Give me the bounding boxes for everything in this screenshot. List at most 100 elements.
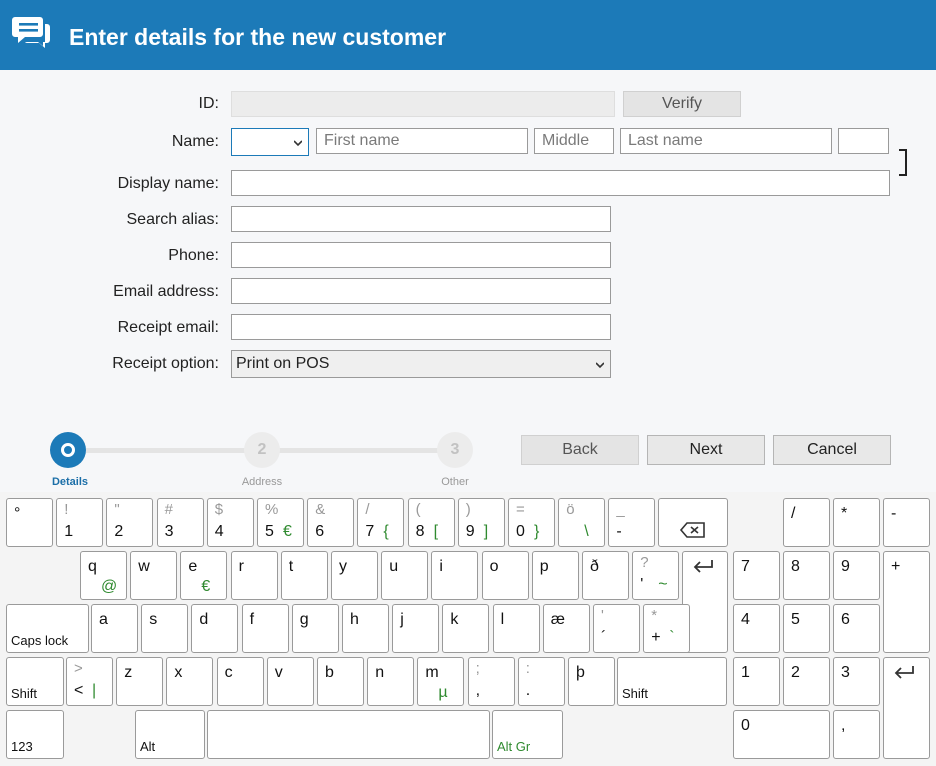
numpad-enter-key[interactable] <box>883 657 930 759</box>
middle-name-input[interactable] <box>534 128 614 154</box>
key-2[interactable]: " 2 <box>106 498 154 547</box>
key-j[interactable]: j <box>392 604 440 653</box>
alt-key[interactable]: Alt <box>135 710 205 759</box>
key-n[interactable]: n <box>367 657 415 706</box>
key-h[interactable]: h <box>342 604 389 653</box>
key-o[interactable]: o <box>481 551 529 600</box>
shift-right-key[interactable]: Shift <box>617 657 727 706</box>
key-'[interactable]: ? ' ~ <box>632 551 680 600</box>
key-æ[interactable]: æ <box>542 604 590 653</box>
key-3[interactable]: #3 <box>156 498 204 547</box>
numpad-key[interactable]: 5 <box>783 604 830 653</box>
key-d[interactable]: d <box>191 604 239 653</box>
caps-lock-key[interactable]: Caps lock <box>6 604 89 653</box>
key-ö[interactable]: ö \ <box>558 498 606 547</box>
key-p[interactable]: p <box>531 551 579 600</box>
receipt-email-input[interactable] <box>231 314 611 340</box>
numpad-key[interactable]: * <box>833 498 880 547</box>
key-0[interactable]: = 0} <box>508 498 555 547</box>
key-k[interactable]: k <box>442 604 490 653</box>
key-t[interactable]: t <box>280 551 328 600</box>
numpad-key[interactable]: 7 <box>733 551 780 600</box>
key-°[interactable]: ° <box>6 498 53 547</box>
key-l[interactable]: l <box>492 604 540 653</box>
key-q[interactable]: q @ <box>80 551 127 600</box>
key-8[interactable]: (8 [ <box>407 498 455 547</box>
key-g[interactable]: g <box>291 604 339 653</box>
step-other-label: Other <box>441 476 469 488</box>
key-label: a <box>99 611 108 628</box>
key-b[interactable]: b <box>317 657 364 706</box>
key-þ[interactable]: þ <box>568 657 615 706</box>
key-m[interactable]: mµ <box>417 657 465 706</box>
numpad-key[interactable]: 4 <box>733 604 780 653</box>
key-s[interactable]: s <box>141 604 189 653</box>
key-u[interactable]: u <box>381 551 429 600</box>
key-label: v <box>274 664 283 681</box>
key-9[interactable]: ) 9] <box>457 498 505 547</box>
key-5[interactable]: % 5 € <box>257 498 304 547</box>
key-<[interactable]: > < | <box>66 657 113 706</box>
key-label: 9 <box>465 523 475 540</box>
key-i[interactable]: i <box>431 551 479 600</box>
numpad-plus-key[interactable]: + <box>883 551 930 653</box>
key-label: Shift <box>622 686 649 701</box>
key-7[interactable]: / 7 { <box>357 498 405 547</box>
numpad-comma-key[interactable]: , <box>833 710 880 759</box>
key-x[interactable]: x <box>166 657 214 706</box>
key-6[interactable]: & 6 <box>307 498 355 547</box>
key-y[interactable]: y <box>331 551 378 600</box>
name-suffix-input[interactable] <box>838 128 889 154</box>
first-name-input[interactable] <box>316 128 528 154</box>
phone-input[interactable] <box>231 242 611 268</box>
numpad-key[interactable]: 9 <box>833 551 880 600</box>
key-label: ( <box>415 501 421 518</box>
numpad-key[interactable]: 3 <box>833 657 880 706</box>
display-name-input[interactable] <box>231 170 890 196</box>
key-c[interactable]: c <box>216 657 264 706</box>
numpad-key[interactable]: 8 <box>783 551 830 600</box>
key-ð[interactable]: ð <box>582 551 629 600</box>
back-button[interactable]: Back <box>521 435 639 465</box>
numpad-key[interactable]: / <box>783 498 830 547</box>
search-alias-input[interactable] <box>231 206 611 232</box>
key-w[interactable]: w <box>130 551 178 600</box>
receipt-option-select[interactable]: Print on POS <box>231 350 611 378</box>
key-label: , <box>475 682 481 699</box>
key-label: 2 <box>114 523 124 540</box>
mode-123-key[interactable]: 123 <box>6 710 64 759</box>
numpad-key[interactable]: 2 <box>783 657 830 706</box>
key-label: l <box>500 611 505 628</box>
key-+[interactable]: * + ` <box>643 604 691 653</box>
key-v[interactable]: v <box>266 657 314 706</box>
key-´[interactable]: ' ´ <box>593 604 640 653</box>
name-title-select[interactable] <box>231 128 309 156</box>
key-1[interactable]: ! 1 <box>56 498 104 547</box>
key-4[interactable]: $4 <box>206 498 254 547</box>
email-input[interactable] <box>231 278 611 304</box>
space-key[interactable] <box>207 710 490 759</box>
key-f[interactable]: f <box>241 604 289 653</box>
key-a[interactable]: a <box>91 604 138 653</box>
key-r[interactable]: r <box>230 551 278 600</box>
key--[interactable]: _ - <box>608 498 656 547</box>
key-z[interactable]: z <box>116 657 164 706</box>
shift-left-key[interactable]: Shift <box>6 657 64 706</box>
backspace-key[interactable] <box>658 498 728 547</box>
alt-gr-key[interactable]: Alt Gr <box>492 710 563 759</box>
next-button[interactable]: Next <box>647 435 765 465</box>
key-label: \ <box>584 523 589 540</box>
key-label: 8 <box>791 558 800 575</box>
key-label: e <box>188 558 198 575</box>
enter-icon <box>693 560 713 573</box>
verify-button[interactable]: Verify <box>623 91 741 117</box>
key-e[interactable]: e € <box>180 551 228 600</box>
cancel-button[interactable]: Cancel <box>773 435 891 465</box>
last-name-input[interactable] <box>620 128 832 154</box>
numpad-zero-key[interactable]: 0 <box>733 710 830 759</box>
key-,[interactable]: ;, <box>467 657 515 706</box>
numpad-key[interactable]: 1 <box>733 657 780 706</box>
numpad-key[interactable]: 6 <box>833 604 880 653</box>
key-.[interactable]: :. <box>517 657 565 706</box>
numpad-key[interactable]: - <box>883 498 930 547</box>
